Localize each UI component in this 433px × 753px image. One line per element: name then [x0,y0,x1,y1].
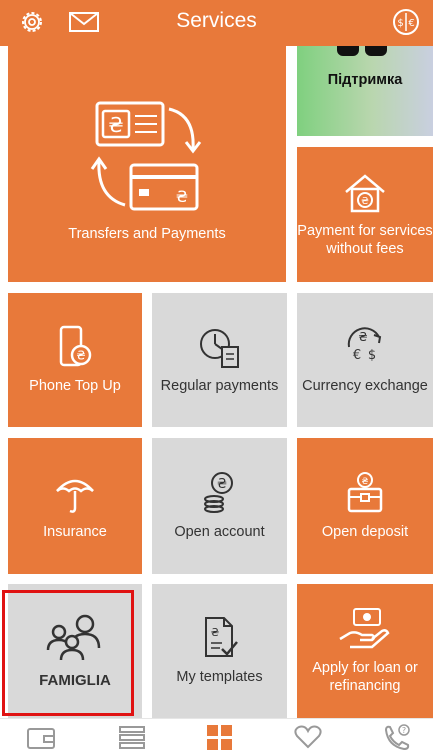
famiglia-label: FAMIGLIA [39,672,111,689]
insurance-label: Insurance [43,524,107,540]
coins-icon: ₴ [203,472,233,513]
chest-icon: ₴ [347,472,383,513]
currency-icon[interactable]: $ € [392,8,420,36]
loan-label: Apply for loan or refinancing [312,660,418,694]
my-templates-tile[interactable]: ₴ My templates [152,584,287,718]
support-logo-icon [365,46,387,56]
page-title: Services [176,9,257,32]
my-templates-label: My templates [176,669,263,685]
open-account-label: Open account [174,524,265,540]
template-icon: ₴ [204,617,238,657]
regular-payments-tile[interactable]: Regular payments [152,293,287,427]
svg-text:$: $ [397,18,403,29]
svg-text:$: $ [368,348,376,363]
transfers-payments-tile[interactable]: ₴ ₴ Transfers and Payments [8,46,286,282]
svg-text:₴: ₴ [362,477,369,487]
payment-services-tile[interactable]: ₴ Payment for services without fees [297,147,433,282]
wallet-icon[interactable] [26,724,56,750]
svg-text:₴: ₴ [361,196,369,207]
phone-top-up-label: Phone Top Up [29,378,121,394]
heart-icon[interactable] [293,724,323,750]
currency-exchange-icon: ₴ € $ [347,327,382,363]
list-icon[interactable] [117,724,147,750]
svg-text:₴: ₴ [76,349,85,363]
famiglia-tile[interactable]: FAMIGLIA [8,584,142,718]
phone-top-up-tile[interactable]: ₴ Phone Top Up [8,293,142,427]
header-bar: Services $ € [0,0,433,46]
phone-question-icon[interactable]: ? [382,724,412,750]
support-label: Підтримка [327,72,403,88]
house-hryvnia-icon: ₴ [345,173,385,212]
svg-text:₴: ₴ [176,187,188,206]
svg-text:₴: ₴ [108,113,123,137]
currency-exchange-label: Currency exchange [302,378,428,394]
hand-money-icon [339,608,390,649]
svg-text:₴: ₴ [358,330,367,344]
family-icon [46,614,101,661]
open-account-tile[interactable]: ₴ Open account [152,438,287,574]
payment-services-label: Payment for services without fees [297,222,433,257]
svg-text:₴: ₴ [216,477,226,492]
loan-tile[interactable]: Apply for loan or refinancing [297,584,433,718]
svg-text:?: ? [402,726,406,735]
transfer-card-icon: ₴ ₴ [90,101,202,211]
support-banner[interactable]: Підтримка [297,46,433,136]
svg-text:€: € [353,348,361,363]
grid-icon[interactable] [204,724,234,750]
services-grid: ₴ ₴ Transfers and Payments Підтримка ₴ P [0,46,433,718]
svg-text:₴: ₴ [210,626,219,639]
open-deposit-label: Open deposit [321,524,409,540]
bottom-navigation: ? [0,718,433,753]
umbrella-icon [56,479,94,513]
regular-payments-label: Regular payments [160,378,279,394]
transfers-label: Transfers and Payments [68,226,226,242]
currency-exchange-tile[interactable]: ₴ € $ Currency exchange [297,293,433,427]
phone-hryvnia-icon: ₴ [59,325,92,367]
svg-text:€: € [408,18,414,29]
insurance-tile[interactable]: Insurance [8,438,142,574]
open-deposit-tile[interactable]: ₴ Open deposit [297,438,433,574]
support-emblem-icon [337,46,359,56]
clock-document-icon [199,329,239,368]
